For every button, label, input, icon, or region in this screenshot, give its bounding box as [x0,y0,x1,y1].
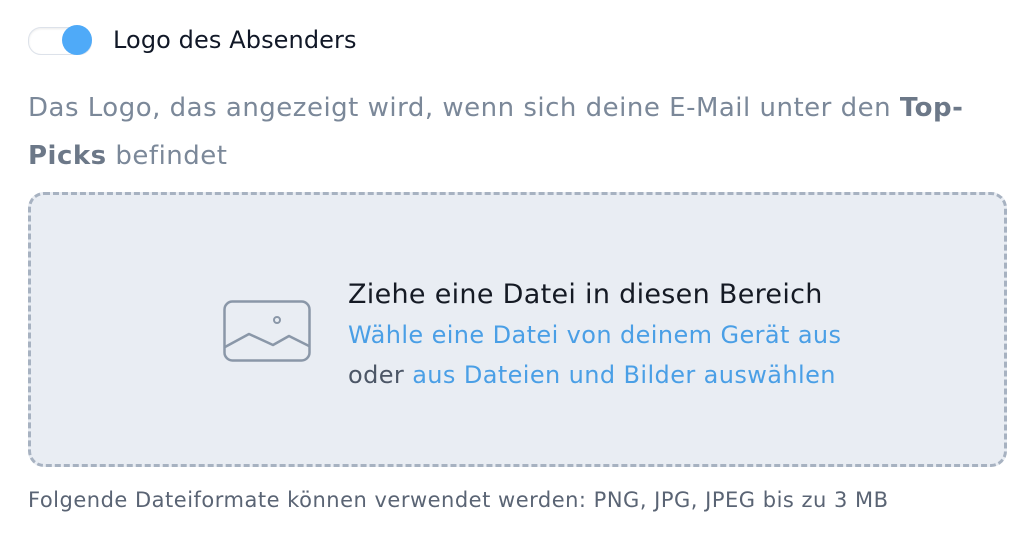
description: Das Logo, das angezeigt wird, wenn sich … [28,84,988,180]
dropzone-alt-line: oder aus Dateien und Bilder auswählen [348,355,841,395]
description-text-after: befindet [106,141,228,171]
file-formats-note: Folgende Dateiformate können verwendet w… [28,488,889,512]
toggle-label: Logo des Absenders [113,26,357,54]
file-dropzone[interactable]: Ziehe eine Datei in diesen Bereich Wähle… [28,192,1007,467]
choose-from-files-link[interactable]: aus Dateien und Bilder auswählen [412,361,836,389]
description-text-before: Das Logo, das angezeigt wird, wenn sich … [28,93,900,123]
choose-from-device-link[interactable]: Wähle eine Datei von deinem Gerät aus [348,315,841,355]
image-icon [223,300,311,362]
dropzone-title: Ziehe eine Datei in diesen Bereich [348,279,823,310]
sender-logo-toggle[interactable] [28,25,92,55]
sender-logo-toggle-row: Logo des Absenders [28,22,357,58]
toggle-knob [62,25,92,55]
or-prefix: oder [348,361,405,389]
dropzone-text: Ziehe eine Datei in diesen Bereich Wähle… [348,275,841,395]
